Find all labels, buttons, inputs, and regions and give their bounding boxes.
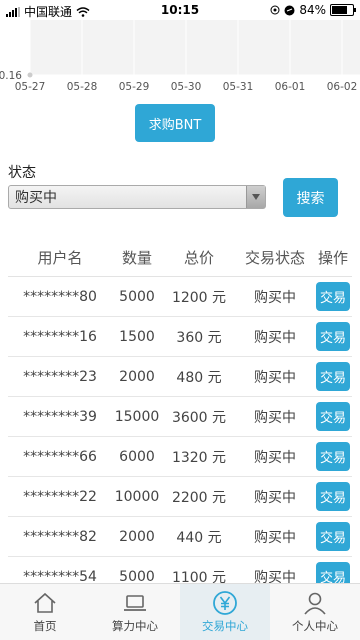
cell-qty: 6000: [119, 448, 155, 465]
nav-compute-center[interactable]: 算力中心: [90, 584, 180, 640]
trade-button[interactable]: 交易: [316, 282, 350, 311]
status-select-value: 购买中: [15, 190, 57, 206]
cell-qty: 10000: [114, 488, 160, 505]
cell-price: 360 元: [176, 329, 222, 346]
x-tick-label: 05-31: [223, 81, 254, 93]
alarm-icon: [284, 5, 295, 15]
cell-action: 交易: [314, 322, 352, 351]
cell-status: 购买中: [254, 449, 296, 466]
cell-user: ********39: [23, 408, 97, 425]
cell-price: 1320 元: [171, 449, 227, 466]
trade-button[interactable]: 交易: [316, 522, 350, 551]
battery-icon: [330, 4, 356, 16]
cell-user: ********22: [23, 488, 97, 505]
cell-status: 购买中: [254, 409, 296, 426]
nav-personal-center[interactable]: 个人中心: [270, 584, 360, 640]
x-tick-label: 05-29: [119, 81, 150, 93]
cell-user: ********80: [23, 288, 97, 305]
table-row: ********80 5000 1200 元 购买中 交易: [8, 277, 352, 317]
cell-qty: 1500: [119, 328, 155, 345]
x-tick-label: 06-01: [275, 81, 306, 93]
cell-user: ********23: [23, 368, 97, 385]
table-row: ********22 10000 2200 元 购买中 交易: [8, 477, 352, 517]
table-row: ********39 15000 3600 元 购买中 交易: [8, 397, 352, 437]
x-tick-label: 05-30: [171, 81, 202, 93]
nav-trade-center[interactable]: 交易中心: [180, 584, 270, 640]
cell-status: 购买中: [254, 489, 296, 506]
cell-action: 交易: [314, 482, 352, 511]
data-point: [27, 72, 33, 78]
cell-status: 购买中: [254, 369, 296, 386]
cell-action: 交易: [314, 442, 352, 471]
cell-price: 3600 元: [171, 409, 227, 426]
y-tick-label: 0.16: [0, 70, 22, 82]
status-filter-label: 状态: [8, 165, 36, 181]
status-bar: 中国联通 10:15 84%: [0, 0, 360, 20]
cell-qty: 5000: [119, 288, 155, 305]
cell-action: 交易: [314, 402, 352, 431]
cell-qty: 2000: [119, 368, 155, 385]
laptop-icon: [124, 595, 146, 611]
cell-price: 440 元: [176, 529, 222, 546]
cell-status: 购买中: [254, 529, 296, 546]
nav-label: 交易中心: [202, 619, 248, 633]
cell-qty: 2000: [119, 528, 155, 545]
header-status: 交易状态: [244, 248, 305, 267]
trade-button[interactable]: 交易: [316, 322, 350, 351]
cell-user: ********82: [23, 528, 97, 545]
cell-action: 交易: [314, 522, 352, 551]
cell-user: ********16: [23, 328, 97, 345]
cell-qty: 15000: [114, 408, 160, 425]
x-tick-label: 06-02: [327, 81, 358, 93]
trade-button[interactable]: 交易: [316, 402, 350, 431]
nav-label: 首页: [33, 619, 57, 633]
status-select[interactable]: 购买中: [8, 185, 266, 209]
header-qty: 数量: [121, 248, 152, 267]
cell-price: 1200 元: [171, 289, 227, 306]
trade-button[interactable]: 交易: [316, 442, 350, 471]
header-action: 操作: [317, 248, 348, 267]
table-header: 用户名 数量 总价 交易状态 操作: [8, 238, 352, 277]
cell-price: 480 元: [176, 369, 222, 386]
user-icon: [304, 592, 326, 615]
cell-status: 购买中: [254, 329, 296, 346]
cell-price: 2200 元: [171, 489, 227, 506]
header-user: 用户名: [37, 248, 83, 267]
cell-action: 交易: [314, 362, 352, 391]
chevron-down-icon: [246, 186, 265, 208]
location-icon: [270, 5, 280, 15]
table-row: ********16 1500 360 元 购买中 交易: [8, 317, 352, 357]
search-button[interactable]: 搜索: [283, 178, 338, 217]
trade-button[interactable]: 交易: [316, 362, 350, 391]
order-table: 用户名 数量 总价 交易状态 操作 ********80 5000 1200 元购买…: [8, 238, 352, 597]
battery-percent: 84%: [299, 3, 326, 17]
yen-icon: [213, 591, 237, 615]
table-row: ********66 6000 1320 元 购买中 交易: [8, 437, 352, 477]
cell-user: ********66: [23, 448, 97, 465]
x-tick-label: 05-27: [15, 81, 46, 93]
nav-label: 算力中心: [112, 619, 158, 633]
nav-label: 个人中心: [292, 619, 338, 633]
header-price: 总价: [183, 248, 214, 267]
table-row: ********82 2000 440 元 购买中 交易: [8, 517, 352, 557]
cell-status: 购买中: [254, 289, 296, 306]
buy-bnt-button[interactable]: 求购BNT: [135, 104, 215, 142]
nav-home[interactable]: 首页: [0, 584, 90, 640]
table-row: ********23 2000 480 元 购买中 交易: [8, 357, 352, 397]
bottom-nav: 首页 算力中心 交易中心 个人中心: [0, 583, 360, 640]
cell-action: 交易: [314, 282, 352, 311]
x-tick-label: 05-28: [67, 81, 98, 93]
home-icon: [34, 592, 56, 613]
trade-button[interactable]: 交易: [316, 482, 350, 511]
